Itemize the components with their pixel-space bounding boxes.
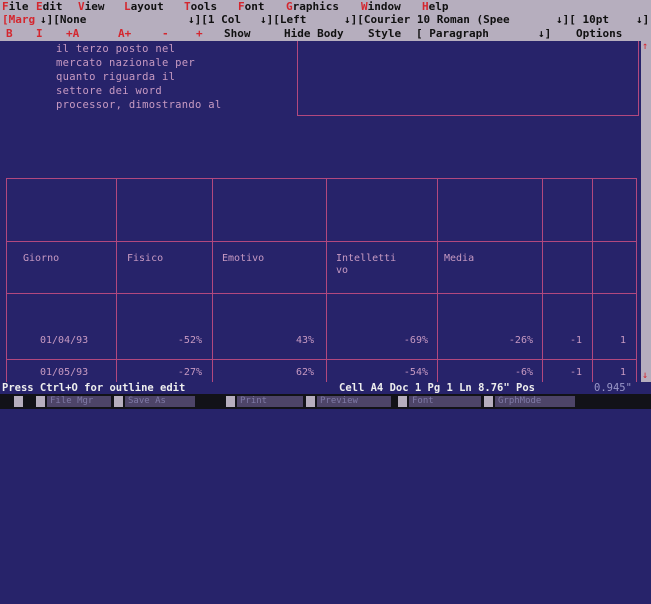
menu-help-label: elp: [428, 0, 449, 13]
table-cell-extra: 1: [619, 335, 626, 346]
menu-view-label: iew: [84, 0, 105, 13]
size-dropdown[interactable]: ↓][ 10pt: [556, 14, 609, 26]
table-cell-fisico: -27%: [177, 367, 202, 378]
document-text-line: quanto riguarda il: [56, 71, 176, 83]
graphics-mode-button[interactable]: GrphMode: [495, 396, 575, 407]
document-text-line: mercato nazionale per: [56, 57, 196, 69]
table-line: [636, 178, 637, 382]
document-text-line: il terzo posto nel: [56, 43, 176, 55]
table-cell-date: 01/05/93: [40, 367, 89, 378]
menu-tools-label: ools: [190, 0, 218, 13]
table-header-fisico: Fisico: [127, 253, 164, 264]
status-pos-value: 0.945": [594, 382, 632, 394]
paragraph-dropdown-arrow[interactable]: ↓]: [538, 28, 551, 40]
menu-file-label: ile: [8, 0, 29, 13]
menu-layout-label: ayout: [130, 0, 164, 13]
table-line: [542, 178, 543, 382]
document-text-line: settore dei word: [56, 85, 162, 97]
font-smaller-button[interactable]: A+: [118, 28, 131, 40]
table-line: [592, 178, 593, 382]
margin-label: [Marg: [2, 13, 36, 26]
scroll-down-arrow-icon[interactable]: ↓: [642, 371, 648, 381]
status-message: Press Ctrl+O for outline edit: [2, 382, 186, 394]
menu-font[interactable]: Font: [238, 1, 265, 13]
menu-font-label: ont: [244, 0, 265, 13]
collapse-button[interactable]: -: [162, 28, 169, 40]
status-line: Press Ctrl+O for outline edit Cell A4 Do…: [0, 382, 651, 394]
preview-button[interactable]: Preview: [317, 396, 391, 407]
fkey-number: [114, 396, 123, 407]
table-cell-intellettivo: -54%: [403, 367, 428, 378]
save-as-button[interactable]: Save As: [125, 396, 195, 407]
graphics-box[interactable]: [297, 41, 639, 116]
button-bar: B I +A A+ - + Show Hide Body Style [ Par…: [0, 27, 651, 41]
menu-bar: File Edit View Layout Tools Font Graphic…: [0, 0, 651, 13]
table-cell-emotivo: 62%: [295, 367, 314, 378]
menu-help[interactable]: Help: [422, 1, 449, 13]
table-line: [437, 178, 438, 382]
table-cell-intellettivo: -69%: [403, 335, 428, 346]
table-cell-media: -26%: [508, 335, 533, 346]
fkey-number: [484, 396, 493, 407]
ribbon-bar: [Marg ↓][None ↓][1 Col ↓][Left ↓][Courie…: [0, 13, 651, 27]
fkey-number: [306, 396, 315, 407]
fkey-number: [36, 396, 45, 407]
bold-button[interactable]: B: [6, 28, 13, 40]
table-header-media: Media: [444, 253, 475, 264]
options-button[interactable]: Options: [576, 28, 622, 40]
table-line: [212, 178, 213, 382]
table-cell-date: 01/04/93: [40, 335, 89, 346]
table-header-giorno: Giorno: [23, 253, 60, 264]
expand-button[interactable]: +: [196, 28, 203, 40]
menu-file[interactable]: File: [2, 1, 29, 13]
table-cell-fisico: -52%: [177, 335, 202, 346]
fkey-number: [226, 396, 235, 407]
style-button[interactable]: Style: [368, 28, 401, 40]
paragraph-dropdown[interactable]: [ Paragraph: [416, 28, 489, 40]
table-cell-extra: 1: [619, 367, 626, 378]
table-cell-extra: -1: [569, 367, 582, 378]
menu-graphics-label: raphics: [292, 0, 339, 13]
table-line: [6, 178, 7, 382]
menu-view[interactable]: View: [78, 1, 105, 13]
italic-button[interactable]: I: [36, 28, 43, 40]
hide-body-button[interactable]: Hide Body: [284, 28, 344, 40]
file-manager-button[interactable]: File Mgr: [47, 396, 111, 407]
columns-dropdown[interactable]: ↓][1 Col: [188, 14, 241, 26]
table-line: [116, 178, 117, 382]
print-button[interactable]: Print: [237, 396, 303, 407]
document-text-line: processor, dimostrando al: [56, 99, 222, 111]
function-key-bar: File Mgr Save As Print Preview Font Grph…: [0, 394, 651, 409]
menu-window-label: indow: [367, 0, 401, 13]
font-larger-button[interactable]: +A: [66, 28, 79, 40]
scroll-up-arrow-icon[interactable]: ↑: [642, 42, 648, 52]
table-cell-media: -6%: [514, 367, 533, 378]
menu-edit-label: dit: [42, 0, 63, 13]
menu-layout[interactable]: Layout: [124, 1, 164, 13]
menu-tools[interactable]: Tools: [184, 1, 217, 13]
margin-dropdown[interactable]: ↓][None: [40, 14, 86, 26]
table-cell-emotivo: 43%: [295, 335, 314, 346]
table-header-emotivo: Emotivo: [222, 253, 265, 264]
menu-window[interactable]: Window: [361, 1, 401, 13]
table-line: [326, 178, 327, 382]
fkey-number: [398, 396, 407, 407]
vertical-scrollbar[interactable]: ↑ ↓: [641, 41, 651, 382]
menu-graphics[interactable]: Graphics: [286, 1, 339, 13]
show-button[interactable]: Show: [224, 28, 251, 40]
size-dropdown-end[interactable]: ↓]: [636, 14, 649, 26]
justify-dropdown[interactable]: ↓][Left: [260, 14, 306, 26]
font-button[interactable]: Font: [409, 396, 481, 407]
table-header-intellettivo: Intelletti vo: [336, 253, 397, 276]
fkey-number: [14, 396, 23, 407]
table-cell-extra: -1: [569, 335, 582, 346]
status-location: Cell A4 Doc 1 Pg 1 Ln 8.76" Pos: [339, 382, 535, 394]
menu-edit[interactable]: Edit: [36, 1, 63, 13]
document-area[interactable]: il terzo posto nel mercato nazionale per…: [0, 41, 641, 382]
font-dropdown[interactable]: ↓][Courier 10 Roman (Spee: [344, 14, 510, 26]
